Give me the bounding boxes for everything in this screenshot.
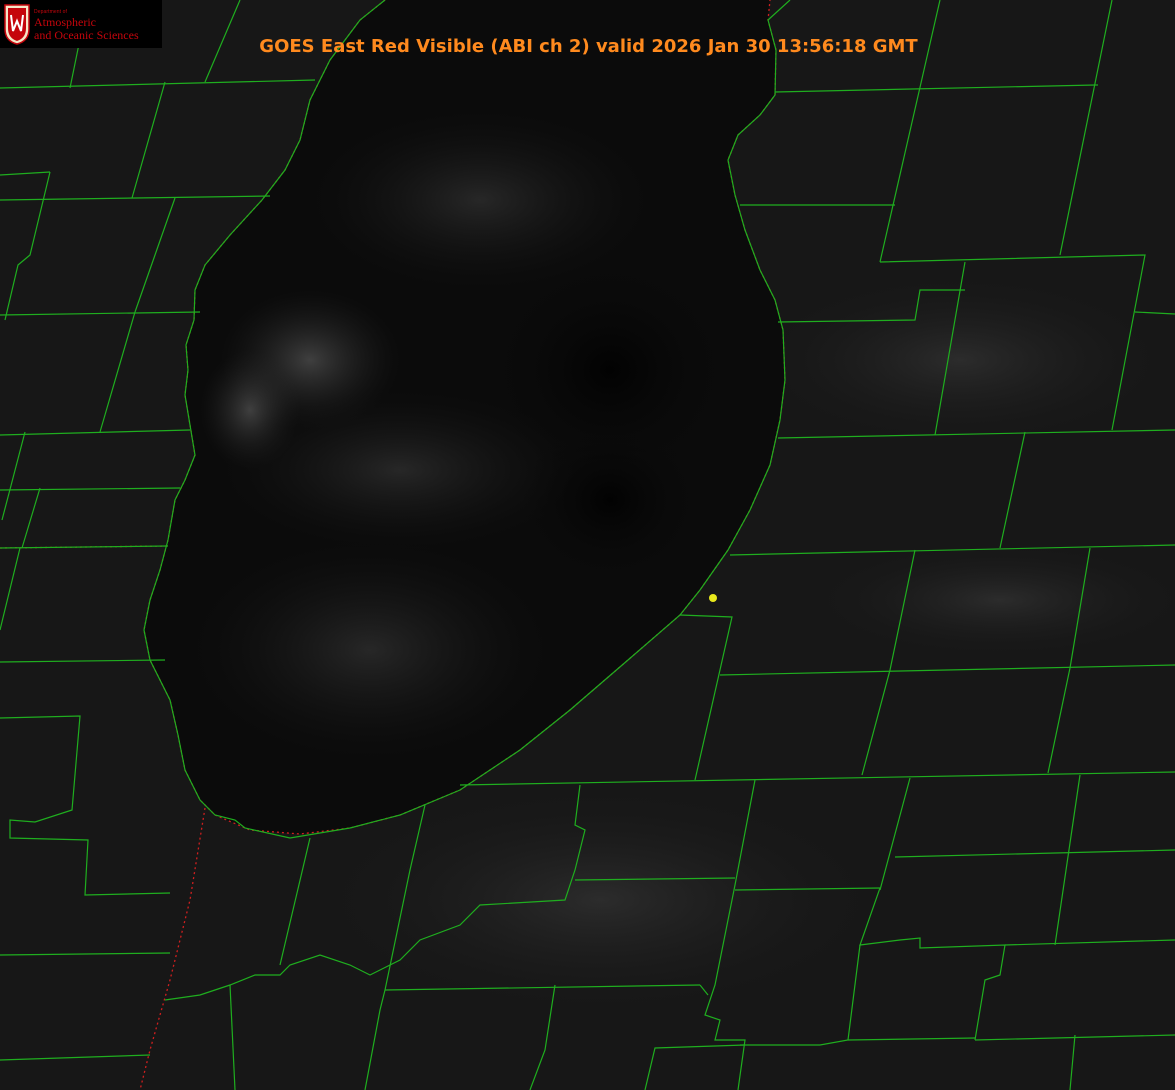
logo-line-1: Atmospheric [34, 15, 96, 29]
clear-area [520, 420, 700, 580]
cloud-band [740, 270, 1175, 450]
lake-haze [190, 540, 550, 760]
location-marker [709, 594, 717, 602]
image-title: GOES East Red Visible (ABI ch 2) valid 2… [0, 36, 1175, 57]
map-canvas [0, 0, 1175, 1090]
satellite-image: Department of Atmospheric and Oceanic Sc… [0, 0, 1175, 1090]
title-text: GOES East Red Visible (ABI ch 2) valid 2… [259, 36, 918, 57]
